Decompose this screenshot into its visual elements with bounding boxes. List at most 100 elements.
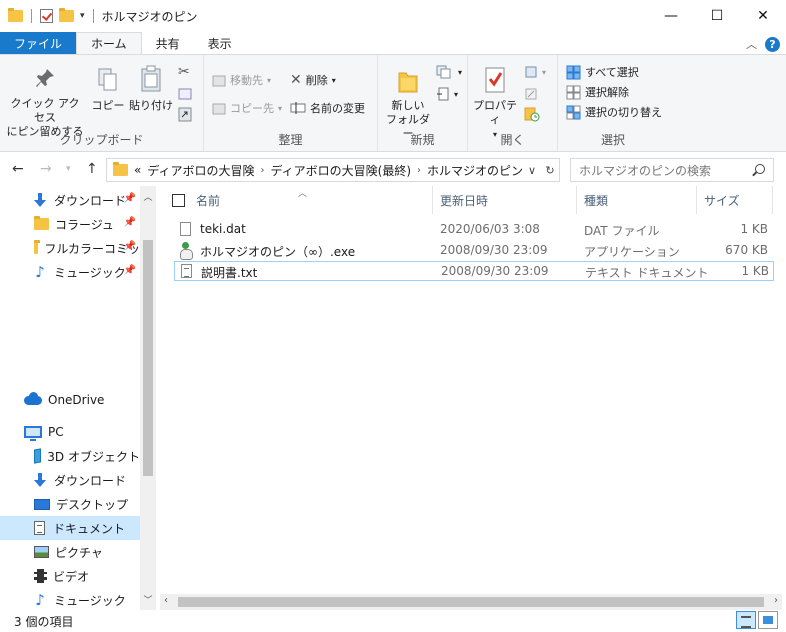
folder-icon [113, 162, 128, 176]
nav-item-pictures[interactable]: ピクチャ [0, 540, 140, 564]
select-none-icon [566, 85, 581, 99]
scroll-up-icon[interactable]: ︿ [140, 190, 156, 203]
quick-access-toolbar: ▾ [0, 8, 96, 23]
select-all-button[interactable]: すべて選択 [566, 63, 639, 81]
scroll-right-icon[interactable]: › [774, 595, 778, 606]
new-folder-button[interactable]: 新しい フォルダー [384, 67, 432, 141]
move-to-icon [212, 75, 226, 87]
column-header-size[interactable]: サイズ [704, 186, 740, 214]
new-folder-icon[interactable] [59, 8, 74, 22]
tab-home[interactable]: ホーム [76, 32, 142, 54]
delete-button[interactable]: ✕ 削除 ▾ [290, 71, 336, 89]
breadcrumb-separator-icon[interactable]: › [261, 165, 265, 176]
column-divider[interactable] [772, 186, 773, 214]
invert-selection-button[interactable]: 選択の切り替え [566, 103, 662, 121]
paste-shortcut-button[interactable] [178, 105, 192, 123]
scroll-left-icon[interactable]: ‹ [164, 595, 168, 606]
new-item-button[interactable]: ▾ [436, 63, 462, 81]
tab-share[interactable]: 共有 [142, 32, 194, 54]
nav-item-videos[interactable]: ビデオ [0, 564, 140, 588]
view-toggle [736, 611, 778, 629]
nav-item-desktop[interactable]: デスクトップ [0, 492, 140, 516]
file-name: teki.dat [200, 222, 246, 236]
ribbon-tabs: ファイル ホーム 共有 表示 ︿ ? [0, 32, 786, 54]
organize-group: 移動先 ▾ コピー先 ▾ ✕ 削除 ▾ 名前の変更 整理 [204, 55, 378, 151]
nav-item-pc-music[interactable]: ♪ ミュージック [0, 588, 140, 612]
column-header-name[interactable]: 名前 [196, 186, 220, 214]
large-icons-view-button[interactable] [758, 611, 778, 629]
select-all-checkbox[interactable] [172, 193, 185, 207]
rename-button[interactable]: 名前の変更 [290, 99, 365, 117]
copy-icon [98, 68, 117, 91]
easy-access-button[interactable]: ▾ [436, 85, 458, 103]
nav-item-pc-downloads[interactable]: ダウンロード [0, 468, 140, 492]
maximize-button[interactable]: ☐ [694, 0, 740, 32]
nav-pane-scroll-thumb[interactable] [143, 240, 153, 476]
edit-button[interactable] [524, 85, 538, 103]
column-divider[interactable] [696, 186, 697, 214]
customize-toolbar-dropdown-icon[interactable]: ▾ [80, 11, 85, 21]
history-button[interactable] [524, 105, 540, 123]
file-row[interactable]: ホルマジオのピン（∞）.exe 2008/09/30 23:09 アプリケーショ… [174, 241, 774, 261]
back-arrow-icon[interactable]: ← [12, 161, 24, 177]
column-divider[interactable] [576, 186, 577, 214]
address-history-dropdown-icon[interactable]: ∨ [523, 164, 541, 177]
nav-item-documents[interactable]: ドキュメント [0, 516, 140, 540]
breadcrumb-overflow[interactable]: « [134, 163, 141, 177]
collapse-ribbon-icon[interactable]: ︿ [746, 36, 757, 52]
search-input[interactable]: ホルマジオのピンの検索 [570, 158, 774, 182]
file-type: アプリケーション [584, 245, 680, 259]
file-row[interactable]: teki.dat 2020/06/03 3:08 DAT ファイル 1 KB [174, 220, 774, 240]
ribbon: クイック アクセス にピン留めする コピー 貼り付け ✂ クリップボード 移動先… [0, 54, 786, 152]
paste-button[interactable]: 貼り付け [128, 65, 174, 113]
address-bar[interactable]: « ディアボロの大冒険 › ディアボロの大冒険(最終) › ホルマジオのピン ∨… [106, 158, 560, 182]
select-all-label: すべて選択 [585, 66, 639, 79]
folder-icon [8, 8, 23, 22]
tab-file[interactable]: ファイル [0, 32, 77, 54]
open-button[interactable]: ▾ [524, 63, 546, 81]
desktop-icon [34, 498, 50, 510]
details-view-button[interactable] [736, 611, 756, 629]
file-size: 670 KB [725, 243, 768, 257]
invert-selection-icon [566, 105, 581, 119]
select-group-label: 選択 [600, 133, 625, 147]
pin-quick-access-button[interactable]: クイック アクセス にピン留めする [6, 67, 84, 139]
copy-button[interactable]: コピー [90, 67, 126, 113]
copy-to-button[interactable]: コピー先 ▾ [212, 99, 282, 117]
search-icon[interactable] [755, 164, 765, 174]
recent-locations-dropdown-icon[interactable]: ▾ [66, 164, 71, 174]
copy-path-button[interactable] [178, 85, 192, 103]
up-arrow-icon[interactable]: ↑ [86, 161, 98, 177]
refresh-icon[interactable]: ↻ [541, 164, 559, 177]
breadcrumb-separator-icon[interactable]: › [417, 165, 421, 176]
close-button[interactable]: ✕ [740, 0, 786, 32]
select-none-button[interactable]: 選択解除 [566, 83, 629, 101]
horizontal-scroll-thumb[interactable] [178, 597, 764, 607]
column-header-modified[interactable]: 更新日時 [440, 186, 488, 214]
clipboard-group: クイック アクセス にピン留めする コピー 貼り付け ✂ クリップボード [0, 55, 204, 151]
tab-view[interactable]: 表示 [194, 32, 246, 54]
nav-item-music[interactable]: ♪ ミュージック 📌 [0, 260, 140, 284]
nav-item-onedrive[interactable]: OneDrive [0, 388, 140, 412]
nav-pane-scrollbar[interactable]: ︿ ﹀ [140, 186, 156, 610]
minimize-button[interactable]: — [648, 0, 694, 32]
properties-check-icon[interactable] [40, 9, 53, 23]
column-divider[interactable] [432, 186, 433, 214]
nav-item-3d-objects[interactable]: 3D オブジェクト [0, 444, 140, 468]
nav-item-fullcolor-comic[interactable]: フルカラーコミッ 📌 [0, 236, 140, 260]
forward-arrow-icon[interactable]: → [40, 161, 52, 177]
breadcrumb-item[interactable]: ディアボロの大冒険(最終) [271, 162, 412, 179]
nav-item-collage[interactable]: コラージュ 📌 [0, 212, 140, 236]
file-row[interactable]: 説明書.txt 2008/09/30 23:09 テキスト ドキュメント 1 K… [174, 261, 774, 281]
cut-button[interactable]: ✂ [178, 63, 190, 81]
help-icon[interactable]: ? [765, 36, 780, 52]
file-list-horizontal-scrollbar[interactable]: ‹ › [160, 594, 782, 610]
nav-item-pc[interactable]: PC [0, 420, 140, 444]
breadcrumb-item[interactable]: ディアボロの大冒険 [147, 162, 254, 179]
nav-item-downloads[interactable]: ダウンロード 📌 [0, 188, 140, 212]
column-header-type[interactable]: 種類 [584, 186, 608, 214]
move-to-button[interactable]: 移動先 ▾ [212, 71, 271, 89]
title-bar: ▾ ホルマジオのピン — ☐ ✕ [0, 0, 786, 32]
scroll-down-icon[interactable]: ﹀ [140, 593, 156, 606]
breadcrumb-item[interactable]: ホルマジオのピン [427, 162, 523, 179]
